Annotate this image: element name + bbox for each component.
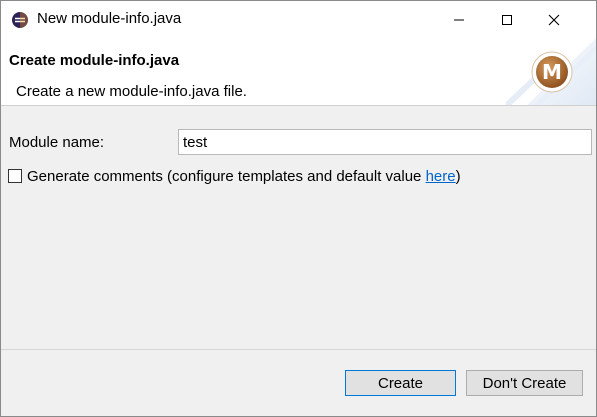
button-bar: Create Don't Create [1,350,596,416]
create-button[interactable]: Create [345,370,456,396]
dialog-window: New module-info.java Create module-info.… [0,0,597,417]
generate-comments-checkbox[interactable] [8,169,22,183]
close-icon[interactable] [531,1,576,38]
window-title: New module-info.java [37,10,182,27]
wizard-title: Create module-info.java [9,52,180,69]
title-bar[interactable]: New module-info.java [1,1,596,38]
module-name-input[interactable] [178,129,592,155]
module-name-label: Module name: [9,134,105,151]
eclipse-icon [11,11,29,29]
maximize-icon[interactable] [484,1,529,38]
generate-comments-option[interactable]: Generate comments (configure templates a… [8,166,461,186]
wizard-header: Create module-info.java Create a new mod… [1,38,596,106]
wizard-description: Create a new module-info.java file. [16,83,247,100]
wizard-body: Module name: Generate comments (configur… [1,107,596,349]
generate-comments-text: Generate comments (configure templates a… [27,167,426,185]
generate-comments-suffix: ) [455,167,461,185]
badge-letter: M [542,60,562,84]
module-badge-icon: M [506,38,596,105]
generate-comments-label: Generate comments (configure templates a… [27,168,461,185]
minimize-icon[interactable] [436,1,481,38]
configure-templates-link[interactable]: here [426,168,456,185]
dont-create-button[interactable]: Don't Create [466,370,583,396]
